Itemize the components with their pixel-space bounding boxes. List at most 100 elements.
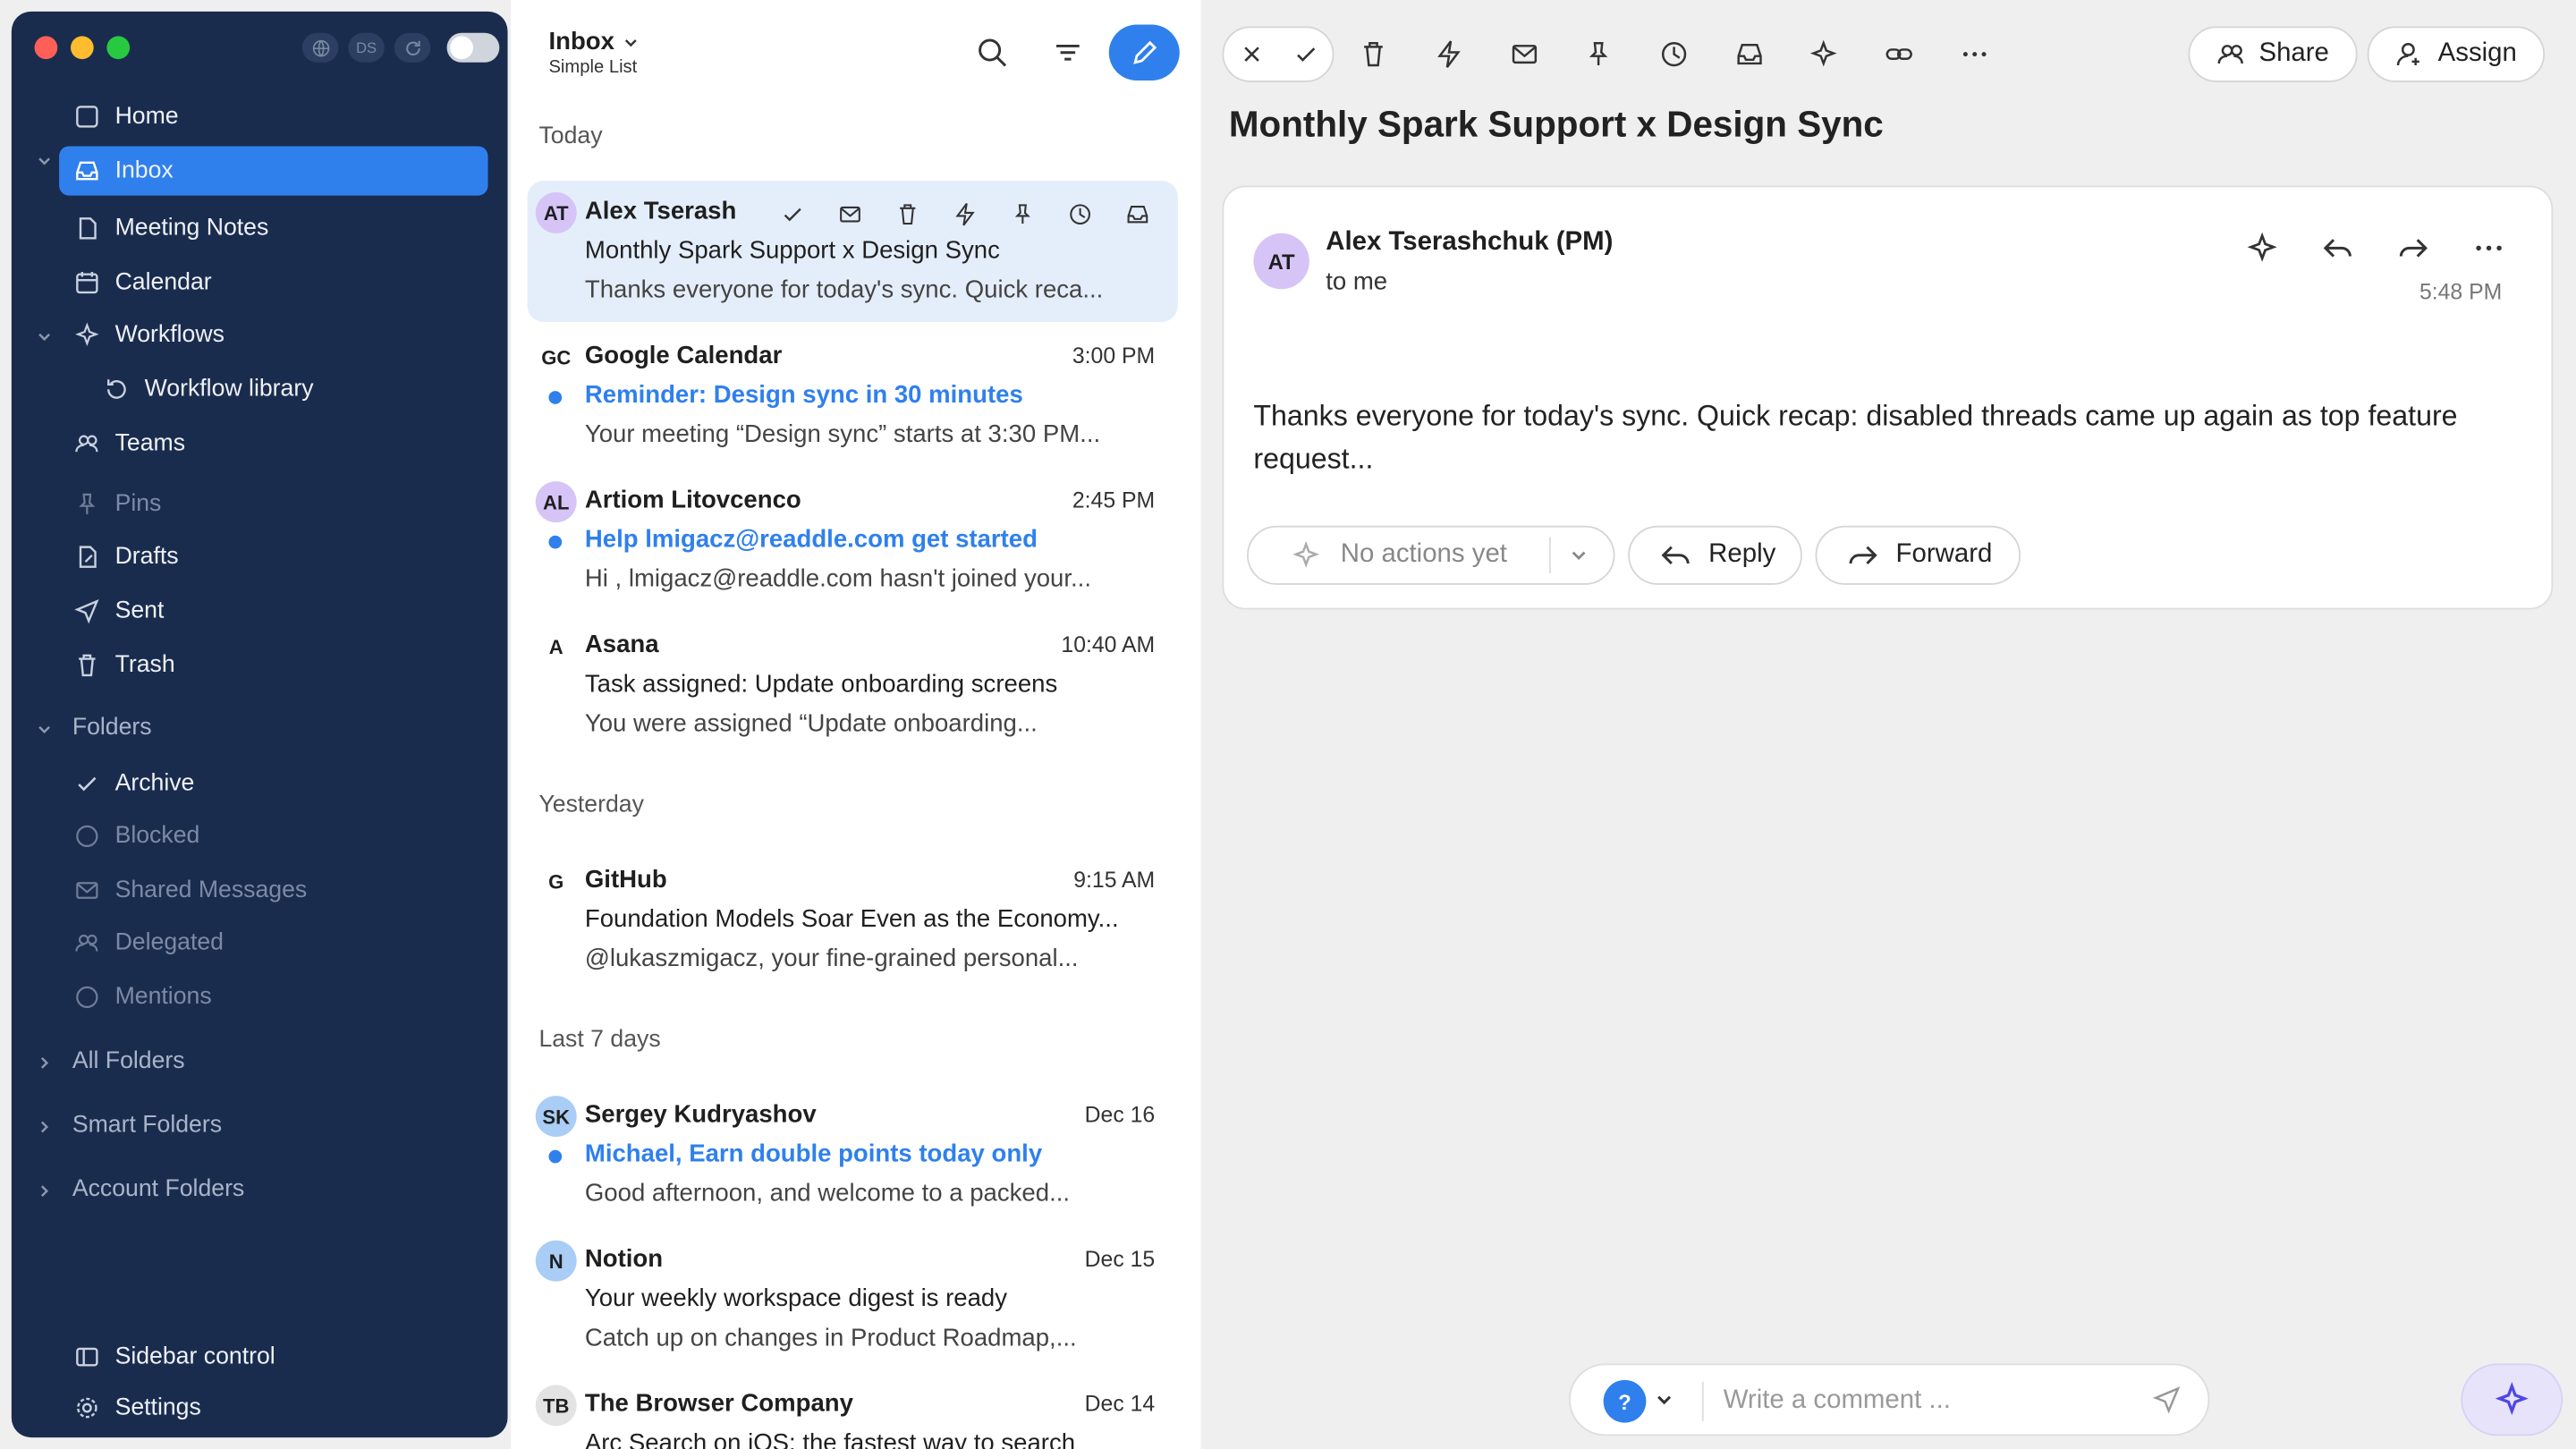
trash-icon[interactable] [887, 197, 927, 230]
message-time: Dec 16 [1084, 1102, 1156, 1127]
sidebar-item-workflows[interactable]: Workflows [59, 310, 487, 360]
sidebar-item-shared-messages[interactable]: Shared Messages [59, 866, 487, 915]
avatar: N [535, 1240, 577, 1282]
settings-button[interactable]: Settings [59, 1384, 487, 1433]
sidebar-item-pins[interactable]: Pins [59, 479, 487, 529]
zoom-window-button[interactable] [106, 36, 131, 60]
message-item[interactable]: G GitHub 9:15 AM Foundation Models Soar … [528, 850, 1178, 991]
minimize-window-button[interactable] [70, 36, 94, 60]
reply-button[interactable]: Reply [1628, 525, 1802, 585]
pin-icon[interactable] [1002, 197, 1041, 230]
chevron-down-icon[interactable] [35, 719, 55, 739]
sidebar-item-label: Mentions [114, 984, 212, 1011]
message-item[interactable]: TB The Browser Company Dec 14 Arc Search… [528, 1373, 1178, 1449]
message-item[interactable]: AL Artiom Litovcenco 2:45 PM Help lmigac… [528, 470, 1178, 611]
sidebar-item-drafts[interactable]: Drafts [59, 532, 487, 581]
sidebar-item-label: Sidebar control [114, 1343, 275, 1370]
comment-input[interactable]: Write a comment ... [1724, 1386, 1951, 1416]
email-subject-title: Monthly Spark Support x Design Sync [1228, 103, 1884, 145]
sidebar-item-sent[interactable]: Sent [59, 587, 487, 636]
message-subject: Reminder: Design sync in 30 minutes [584, 381, 1023, 410]
email-from[interactable]: Alex Tserashchuk (PM) [1326, 228, 1613, 258]
close-icon[interactable] [1238, 41, 1264, 67]
snooze-icon[interactable] [1060, 197, 1099, 230]
smart-folders-heading[interactable]: Smart Folders [72, 1112, 222, 1138]
globe-icon[interactable] [301, 32, 339, 63]
sidebar-item-mentions[interactable]: Mentions [59, 972, 487, 1021]
lightning-icon[interactable] [1431, 36, 1467, 72]
inbox-icon [72, 156, 102, 185]
list-header: Inbox Simple List [511, 0, 1200, 98]
more-icon[interactable] [1957, 36, 1993, 72]
sidebar-item-home[interactable]: Home [59, 92, 487, 141]
archive-icon[interactable] [1117, 197, 1157, 230]
circle-icon [72, 982, 102, 1012]
chevron-down-icon[interactable] [35, 327, 55, 347]
search-button[interactable] [962, 23, 1021, 82]
share-button[interactable]: Share [2188, 26, 2358, 82]
envelope-icon[interactable] [830, 197, 869, 230]
message-preview: You were assigned “Update onboarding... [584, 709, 1038, 738]
message-item[interactable]: A Asana 10:40 AM Task assigned: Update o… [528, 614, 1178, 756]
snooze-icon[interactable] [1656, 36, 1691, 72]
sidebar-item-inbox[interactable]: Inbox [59, 146, 488, 196]
sidebar-toggle[interactable] [446, 32, 500, 63]
quick-actions-dropdown[interactable]: No actions yet [1247, 525, 1615, 585]
sidebar-item-trash[interactable]: Trash [59, 640, 487, 690]
compose-button[interactable] [1108, 24, 1180, 80]
sidebar-item-label: Teams [114, 430, 186, 457]
folders-heading[interactable]: Folders [72, 715, 152, 741]
section-today: Today [538, 123, 603, 150]
sparkle-icon[interactable] [2242, 228, 2282, 267]
sidebar-item-blocked[interactable]: Blocked [59, 811, 487, 860]
help-button[interactable]: ? [1603, 1379, 1647, 1423]
filter-button[interactable] [1038, 23, 1097, 82]
message-item[interactable]: SK Sergey Kudryashov Dec 16 Michael, Ear… [528, 1084, 1178, 1225]
envelope-icon[interactable] [1506, 36, 1542, 72]
message-item[interactable]: GC Google Calendar 3:00 PM Reminder: Des… [528, 326, 1178, 467]
chevron-right-icon[interactable] [35, 1117, 55, 1137]
refresh-icon[interactable] [394, 32, 431, 63]
send-icon[interactable] [2152, 1385, 2182, 1414]
all-folders-heading[interactable]: All Folders [72, 1048, 185, 1074]
avatar: A [548, 634, 564, 658]
sidebar-item-meeting-notes[interactable]: Meeting Notes [59, 204, 487, 253]
sidebar-item-archive[interactable]: Archive [59, 759, 487, 809]
link-icon[interactable] [1881, 36, 1917, 72]
done-icon[interactable] [772, 197, 811, 230]
sidebar-control-button[interactable]: Sidebar control [59, 1333, 487, 1382]
sparkle-icon[interactable] [1806, 36, 1842, 72]
forward-button[interactable]: Forward [1815, 525, 2021, 585]
archive-icon[interactable] [1732, 36, 1767, 72]
chevron-down-icon[interactable] [1653, 1388, 1676, 1411]
lightning-icon[interactable] [945, 197, 984, 230]
chevron-right-icon[interactable] [35, 1053, 55, 1072]
done-icon[interactable] [1292, 41, 1318, 67]
sidebar-item-workflow-library[interactable]: Workflow library [89, 365, 487, 414]
sidebar-item-calendar[interactable]: Calendar [59, 258, 487, 307]
email-card: AT Alex Tserashchuk (PM) to me 5:48 PM T… [1222, 185, 2554, 610]
chevron-down-icon [1572, 551, 1587, 560]
account-badge[interactable]: DS [348, 32, 385, 63]
sidebar-item-label: Meeting Notes [114, 215, 269, 242]
pin-icon[interactable] [1580, 36, 1616, 72]
trash-icon[interactable] [1355, 36, 1391, 72]
sidebar-item-teams[interactable]: Teams [59, 419, 487, 468]
chevron-down-icon[interactable] [35, 151, 55, 171]
reply-icon[interactable] [2318, 228, 2358, 267]
message-item[interactable]: AT Alex Tserash Monthly Spark Support x … [527, 181, 1178, 322]
more-icon[interactable] [2470, 228, 2509, 267]
ai-assistant-button[interactable] [2461, 1363, 2563, 1436]
chevron-right-icon[interactable] [35, 1182, 55, 1201]
close-window-button[interactable] [34, 36, 58, 60]
sparkle-icon [72, 320, 102, 350]
message-hover-actions [765, 197, 1157, 231]
forward-icon[interactable] [2394, 228, 2433, 267]
no-actions-label: No actions yet [1340, 540, 1507, 569]
sidebar-item-delegated[interactable]: Delegated [59, 919, 487, 968]
list-title[interactable]: Inbox [548, 28, 640, 55]
message-sender: Artiom Litovcenco [584, 486, 801, 514]
assign-button[interactable]: Assign [2367, 26, 2546, 82]
account-folders-heading[interactable]: Account Folders [72, 1176, 244, 1202]
message-item[interactable]: N Notion Dec 15 Your weekly workspace di… [528, 1229, 1178, 1370]
